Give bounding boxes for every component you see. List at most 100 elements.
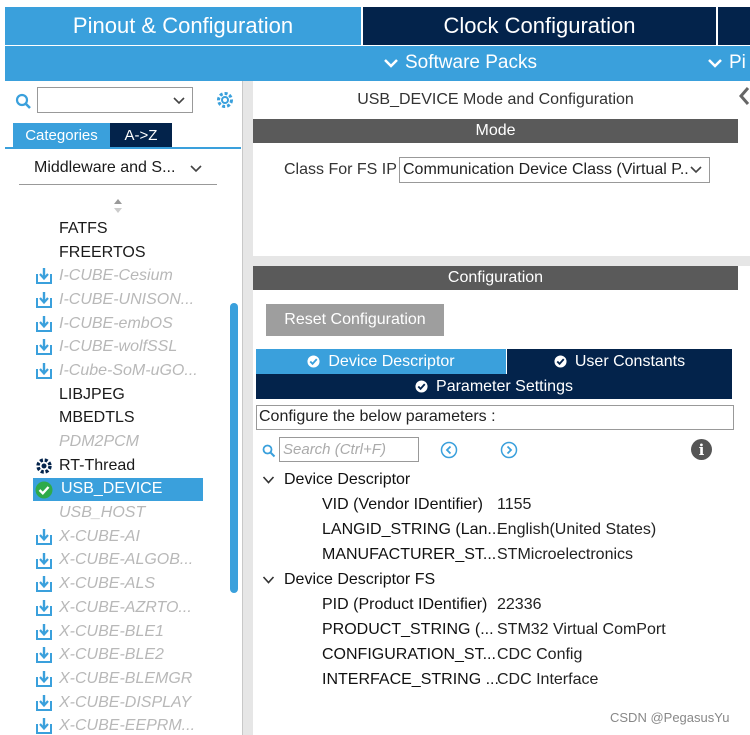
chevron-down-icon[interactable] [262,575,275,585]
search-icon[interactable] [262,444,276,458]
class-select-value: Communication Device Class (Virtual P... [403,161,694,178]
tree-group[interactable]: Device Descriptor [262,471,410,489]
component-search-input[interactable] [37,87,193,113]
tab-user-constants-label: User Constants [574,352,686,370]
list-item-label: X-CUBE-BLEMGR [59,669,193,687]
tab-next-partial[interactable] [718,7,750,45]
collapse-handle-icon[interactable] [738,84,750,108]
list-item-label: X-CUBE-EEPRM... [59,717,196,735]
check-circle-icon [415,380,428,393]
list-item[interactable]: X-CUBE-BLEMGR [33,667,233,691]
download-icon [35,599,53,617]
parameter-name[interactable]: VID (Vendor IDentifier) [322,496,483,514]
tab-categories[interactable]: Categories [13,123,110,147]
list-item[interactable]: USB_HOST [33,501,233,525]
list-item[interactable]: X-CUBE-ALGOB... [33,549,233,573]
panel-divider [243,81,253,735]
parameter-name[interactable]: CONFIGURATION_ST... [322,646,496,664]
list-item[interactable]: X-CUBE-DISPLAY [33,691,233,715]
tab-pinout-configuration[interactable]: Pinout & Configuration [5,7,361,45]
list-item[interactable]: X-CUBE-ALS [33,572,233,596]
list-item[interactable]: X-CUBE-BLE1 [33,620,233,644]
parameter-name[interactable]: INTERFACE_STRING ... [322,671,499,689]
list-item[interactable]: X-CUBE-AI [33,525,233,549]
configuration-header-label: Configuration [447,269,544,286]
class-for-fs-ip-select[interactable]: Communication Device Class (Virtual P... [399,157,710,183]
list-item-label: I-Cube-SoM-uGO... [59,361,198,379]
list-item-label: X-CUBE-DISPLAY [59,693,192,711]
list-item[interactable]: LIBJPEG [33,383,233,407]
watermark: CSDN @PegasusYu [610,710,730,725]
list-item[interactable]: I-CUBE-UNISON... [33,288,233,312]
parameter-search-input[interactable]: Search (Ctrl+F) [279,437,419,462]
tree-group-title: Device Descriptor FS [284,571,436,588]
download-icon [35,528,53,546]
sidebar-view-tabs: Categories A->Z [13,123,172,147]
component-sidebar: Categories A->Z Middleware and S... FATF… [5,81,243,735]
download-icon [35,267,53,285]
search-icon[interactable] [15,93,33,111]
list-item-label: X-CUBE-AZRTO... [59,598,192,616]
sub-toolbar: Software Packs Pi [5,46,750,81]
parameter-name[interactable]: MANUFACTURER_ST... [322,546,496,564]
download-icon [35,338,53,356]
tab-parameter-settings[interactable]: Parameter Settings [256,374,732,399]
chevron-down-icon [708,59,722,68]
parameter-value[interactable]: STM32 Virtual ComPort [497,621,666,639]
configuration-header: Configuration [253,266,738,290]
list-item[interactable]: I-CUBE-embOS [33,312,233,336]
chevron-down-icon[interactable] [172,93,186,107]
sort-icon[interactable] [112,198,124,214]
parameter-name[interactable]: LANGID_STRING (Lan... [322,521,501,539]
parameter-name[interactable]: PID (Product IDentifier) [322,596,487,614]
parameter-value[interactable]: CDC Config [497,646,582,664]
list-item[interactable]: USB_DEVICE [33,477,203,502]
parameter-name[interactable]: PRODUCT_STRING (... [322,621,494,639]
list-item[interactable]: X-CUBE-EEPRM... [33,714,233,735]
tab-pinout-label: Pinout & Configuration [72,13,294,38]
list-item[interactable]: RT-Thread [33,454,233,478]
list-item[interactable]: I-Cube-SoM-uGO... [33,359,233,383]
list-item[interactable]: FATFS [33,217,233,241]
tree-group[interactable]: Device Descriptor FS [262,571,435,589]
list-item[interactable]: FREERTOS [33,241,233,265]
reset-configuration-button[interactable]: Reset Configuration [266,304,444,336]
list-item[interactable]: I-CUBE-wolfSSL [33,335,233,359]
gear-icon[interactable] [214,89,236,111]
list-item-label: LIBJPEG [59,385,125,403]
parameter-value[interactable]: English(United States) [497,521,656,539]
parameter-value[interactable]: 1155 [497,496,531,514]
mode-header-label: Mode [475,122,516,139]
list-item-label: FREERTOS [59,243,146,261]
tree-group-title: Device Descriptor [284,471,411,488]
pinout-menu[interactable]: Pi [707,52,746,74]
parameter-value[interactable]: 22336 [497,596,542,614]
parameter-value[interactable]: STMicroelectronics [497,546,633,564]
configure-hint: Configure the below parameters : [256,405,734,430]
sidebar-scrollbar[interactable] [230,303,238,593]
tab-clock-configuration[interactable]: Clock Configuration [363,7,716,45]
download-icon [35,362,53,380]
tab-a-z[interactable]: A->Z [110,123,172,147]
download-icon [35,552,53,570]
chevron-down-icon [689,164,703,176]
software-packs-menu[interactable]: Software Packs [383,52,537,74]
list-item-label: X-CUBE-BLE2 [59,646,164,664]
parameter-value[interactable]: CDC Interface [497,671,598,689]
tab-user-constants[interactable]: User Constants [507,349,732,374]
list-item[interactable]: X-CUBE-AZRTO... [33,596,233,620]
list-item[interactable]: I-CUBE-Cesium [33,264,233,288]
check-circle-icon [554,355,567,368]
tab-device-descriptor[interactable]: Device Descriptor [256,349,506,374]
info-icon[interactable]: i [691,439,712,460]
list-item-label: MBEDTLS [59,409,135,427]
list-item[interactable]: MBEDTLS [33,407,233,431]
category-select[interactable]: Middleware and S... [19,153,217,185]
list-item[interactable]: PDM2PCM [33,430,233,454]
chevron-down-icon[interactable] [262,475,275,485]
list-item-label: USB_DEVICE [61,480,163,498]
next-match-icon[interactable] [500,441,518,459]
list-item[interactable]: X-CUBE-BLE2 [33,643,233,667]
download-icon [35,315,53,333]
previous-match-icon[interactable] [440,441,458,459]
